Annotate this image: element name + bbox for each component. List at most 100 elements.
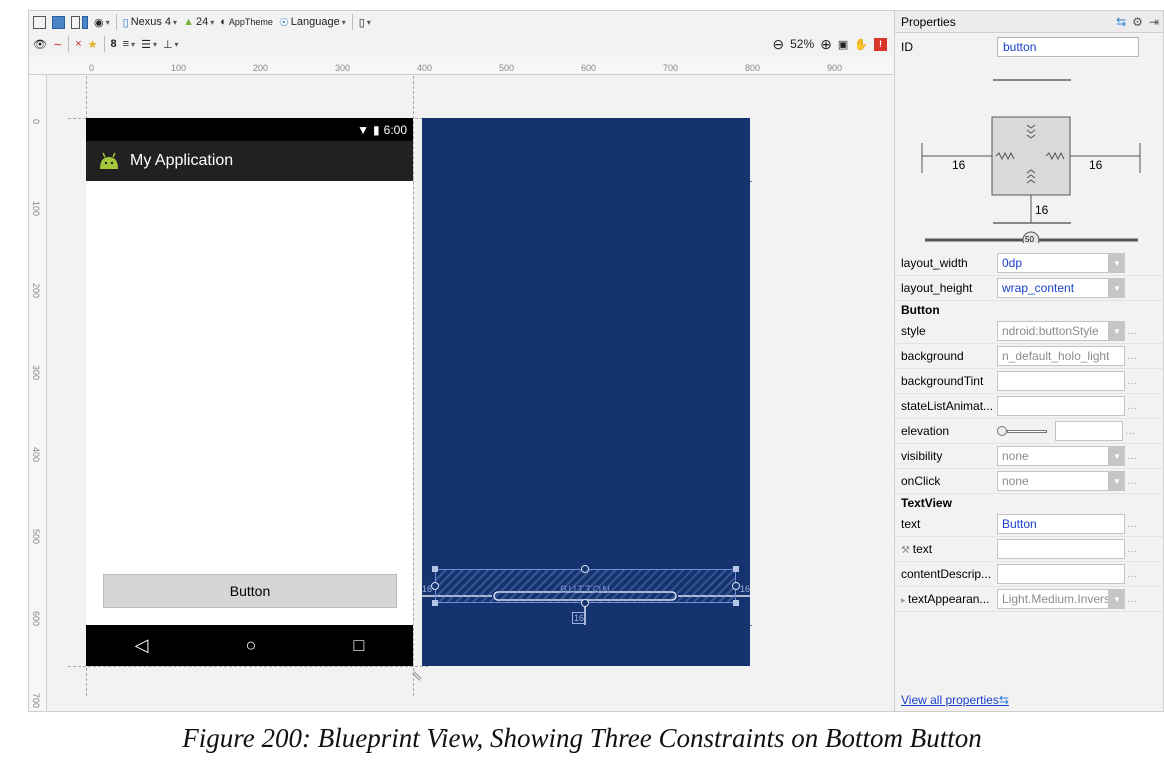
dropdown-arrow-icon[interactable]: ▼ (1109, 321, 1125, 341)
property-row: elevation … (895, 419, 1163, 444)
dropdown-arrow-icon[interactable]: ▼ (1109, 446, 1125, 466)
pack-icon[interactable]: ≡ ▾ (123, 35, 135, 53)
resize-handle-tl[interactable] (432, 566, 438, 572)
property-row: layout_height wrap_content ▼ (895, 276, 1163, 301)
dropdown-arrow-icon[interactable]: ▼ (1109, 589, 1125, 609)
ruler-tick-x: 900 (827, 63, 843, 73)
figure-caption: Figure 200: Blueprint View, Showing Thre… (182, 723, 982, 753)
zoom-controls: ⊖ 52% ⊕ ▣ ✋ ! (772, 35, 887, 53)
property-value[interactable] (1055, 421, 1123, 441)
preview-button[interactable]: Button (103, 574, 397, 608)
property-value[interactable]: ndroid:buttonStyle (997, 321, 1109, 341)
swap-view-icon: ⇆ (998, 693, 1009, 707)
blueprint-surface-icon[interactable] (52, 13, 65, 31)
property-value[interactable]: Button (997, 514, 1125, 534)
home-icon[interactable]: ○ (246, 635, 257, 656)
ruler-tick-x: 400 (417, 63, 433, 73)
orientation-icon[interactable]: ◉ ▾ (94, 13, 110, 31)
show-constraints-icon[interactable]: 👁 (33, 35, 47, 53)
app-bar: My Application (86, 141, 413, 181)
gear-icon[interactable]: ⚙ (1132, 15, 1143, 29)
more-options-icon[interactable]: … (1125, 569, 1139, 580)
dropdown-arrow-icon[interactable]: ▼ (1109, 471, 1125, 491)
property-value[interactable] (997, 564, 1125, 584)
property-label-text: layout_height (901, 281, 973, 295)
zoom-in-icon[interactable]: ⊕ (820, 35, 832, 53)
more-options-icon[interactable]: … (1123, 426, 1137, 437)
right-anchor[interactable] (732, 582, 740, 590)
inspector-bottom-margin[interactable]: 16 (1035, 203, 1048, 217)
guidelines-icon[interactable]: ⊥ ▾ (163, 35, 179, 53)
resize-handle-bl[interactable] (432, 600, 438, 606)
more-options-icon[interactable]: … (1125, 351, 1139, 362)
bottom-anchor[interactable] (581, 599, 589, 607)
property-label: elevation (895, 424, 997, 438)
inspector-right-margin[interactable]: 16 (1089, 158, 1102, 172)
resize-handle-br[interactable] (733, 600, 739, 606)
more-options-icon[interactable]: … (1125, 476, 1139, 487)
property-row: background n_default_holo_light… (895, 344, 1163, 369)
both-surfaces-icon[interactable] (71, 13, 88, 31)
language-dropdown[interactable]: ☉ Language ▾ (279, 13, 346, 31)
clear-constraints-icon[interactable]: × (75, 35, 81, 53)
property-value[interactable] (997, 539, 1125, 559)
property-value[interactable] (997, 371, 1125, 391)
device-preview: ▼ ▮ 6:00 My Application Button ◁ ○ □ (86, 118, 413, 666)
view-all-properties-link[interactable]: View all properties⇆ (901, 693, 1009, 707)
property-value[interactable]: none (997, 446, 1109, 466)
blueprint-button[interactable]: BUTTON (435, 569, 736, 603)
property-value[interactable]: Light.Medium.Inverse (997, 589, 1109, 609)
default-margin[interactable]: 8 (111, 35, 117, 53)
more-options-icon[interactable]: … (1125, 594, 1139, 605)
elevation-slider[interactable] (997, 421, 1055, 441)
device-dropdown[interactable]: ▯ Nexus 4 ▾ (123, 13, 177, 31)
more-options-icon[interactable]: … (1125, 544, 1139, 555)
device-frame-icon[interactable]: ▯ ▾ (359, 13, 371, 31)
android-api-icon: ▲ (183, 16, 194, 28)
property-label-text: textAppearan... (908, 592, 990, 606)
zoom-out-icon[interactable]: ⊖ (772, 35, 784, 53)
property-label-text: contentDescrip... (901, 567, 992, 581)
inspector-left-margin[interactable]: 16 (952, 158, 965, 172)
expand-arrow-icon[interactable]: ▸ (901, 595, 908, 605)
theme-dropdown[interactable]: ◐ AppTheme (220, 13, 273, 31)
fit-screen-icon[interactable]: ▣ (838, 35, 848, 53)
property-value[interactable]: 0dp (997, 253, 1109, 273)
horizontal-bias-slider[interactable]: 50 (1025, 235, 1034, 244)
recents-icon[interactable]: □ (354, 635, 365, 656)
autoconnect-icon[interactable]: ∼ (53, 35, 62, 53)
ruler-tick-x: 800 (745, 63, 761, 73)
error-badge-icon[interactable]: ! (874, 37, 887, 51)
dropdown-arrow-icon[interactable]: ▼ (1109, 278, 1125, 298)
left-anchor[interactable] (431, 582, 439, 590)
pan-hand-icon[interactable]: ✋ (854, 35, 868, 53)
id-label: ID (901, 40, 913, 54)
blueprint-button-label: BUTTON (559, 584, 612, 596)
top-anchor[interactable] (581, 565, 589, 573)
dropdown-arrow-icon[interactable]: ▼ (1109, 253, 1125, 273)
infer-constraints-icon[interactable]: ★ (88, 35, 98, 53)
api-dropdown[interactable]: ▲ 24 ▾ (183, 13, 214, 31)
more-options-icon[interactable]: … (1125, 401, 1139, 412)
align-icon[interactable]: ☰ ▾ (141, 35, 157, 53)
swap-view-icon[interactable]: ⇆ (1116, 15, 1126, 29)
property-value[interactable] (997, 396, 1125, 416)
id-input[interactable]: button (997, 37, 1139, 57)
design-surface-icon[interactable] (33, 13, 46, 31)
more-options-icon[interactable]: … (1125, 451, 1139, 462)
property-value[interactable]: wrap_content (997, 278, 1109, 298)
back-icon[interactable]: ◁ (135, 635, 149, 656)
resize-handle-icon[interactable]: ‖ (409, 668, 424, 683)
property-row: style ndroid:buttonStyle ▼… (895, 319, 1163, 344)
property-value[interactable]: none (997, 471, 1109, 491)
resize-handle-tr[interactable] (733, 566, 739, 572)
property-value[interactable]: n_default_holo_light (997, 346, 1125, 366)
property-row: contentDescrip... … (895, 562, 1163, 587)
hide-panel-icon[interactable]: ⇥ (1149, 15, 1159, 29)
ruler-tick-x: 300 (335, 63, 351, 73)
more-options-icon[interactable]: … (1125, 326, 1139, 337)
wifi-icon: ▼ (357, 122, 370, 137)
property-label: onClick (895, 474, 997, 488)
more-options-icon[interactable]: … (1125, 376, 1139, 387)
more-options-icon[interactable]: … (1125, 519, 1139, 530)
